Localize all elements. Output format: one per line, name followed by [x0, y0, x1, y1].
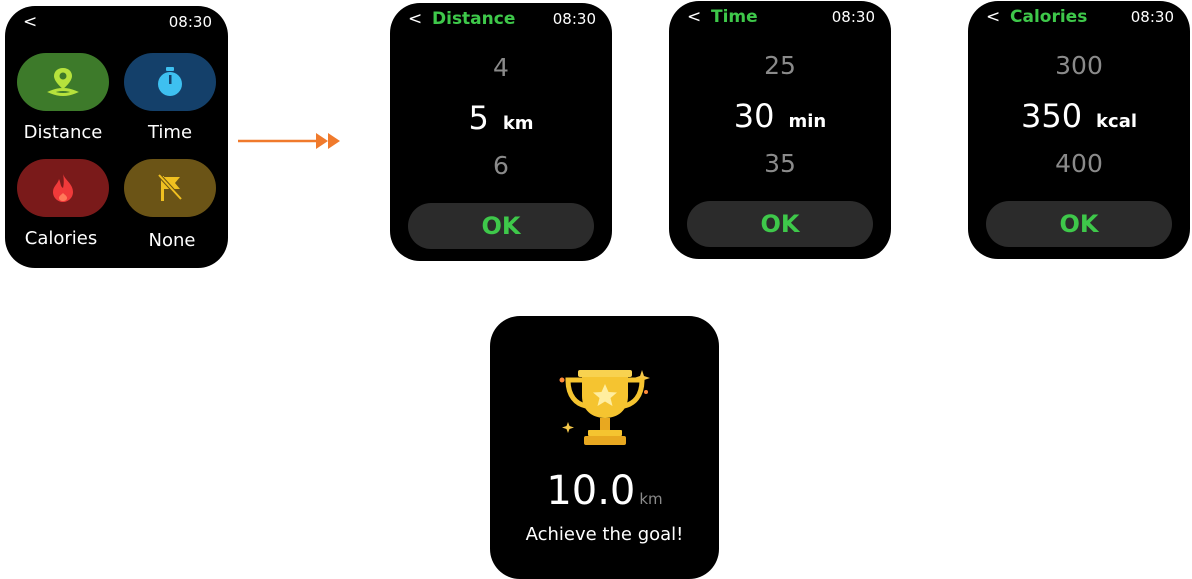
- picker-selected-value: 350: [1020, 97, 1083, 135]
- flag-off-icon: [157, 173, 183, 201]
- trophy-icon: [559, 370, 650, 445]
- clock: 08:30: [552, 10, 596, 28]
- goal-value: 10.0: [546, 468, 636, 514]
- back-button[interactable]: <: [986, 7, 1000, 27]
- picker-prev-value[interactable]: 4: [390, 53, 612, 82]
- clock: 08:30: [831, 8, 875, 26]
- calories-label: Calories: [24, 228, 98, 249]
- picker-next-value[interactable]: 400: [968, 149, 1190, 178]
- time-screen: < Time 08:30 25 30 min 35 OK: [669, 1, 891, 259]
- none-option[interactable]: [124, 159, 216, 217]
- calories-option[interactable]: [17, 159, 109, 217]
- none-label: None: [148, 230, 196, 251]
- status-bar: < Calories 08:30: [968, 7, 1190, 31]
- status-bar: < Distance 08:30: [390, 9, 612, 33]
- picker-next-value[interactable]: 6: [390, 151, 612, 180]
- screen-title: Calories: [1010, 7, 1088, 27]
- stopwatch-icon: [158, 67, 182, 96]
- ok-button[interactable]: OK: [986, 201, 1172, 247]
- time-label: Time: [147, 122, 193, 143]
- ok-button[interactable]: OK: [408, 203, 594, 249]
- picker-selected[interactable]: 5 km: [390, 99, 612, 137]
- clock: 08:30: [1130, 8, 1174, 26]
- flow-arrow-icon: [238, 133, 340, 149]
- back-button[interactable]: <: [687, 7, 701, 27]
- picker-selected-value: 5: [468, 99, 489, 137]
- flame-icon: [53, 174, 73, 202]
- status-bar: < 08:30: [5, 12, 228, 36]
- picker-selected[interactable]: 350 kcal: [968, 97, 1190, 135]
- screen-title: Time: [711, 7, 758, 27]
- picker-selected-value: 30: [733, 97, 775, 135]
- picker-unit: km: [502, 113, 534, 134]
- goal-message: Achieve the goal!: [525, 524, 684, 545]
- back-button[interactable]: <: [23, 12, 37, 32]
- back-button[interactable]: <: [408, 9, 422, 29]
- distance-screen: < Distance 08:30 4 5 km 6 OK: [390, 3, 612, 261]
- goal-value-row: 10.0 km: [490, 468, 719, 514]
- time-option[interactable]: [124, 53, 216, 111]
- screen-title: Distance: [432, 9, 516, 29]
- calories-screen: < Calories 08:30 300 350 kcal 400 OK: [968, 1, 1190, 259]
- picker-unit: kcal: [1096, 111, 1138, 132]
- ok-button[interactable]: OK: [687, 201, 873, 247]
- picker-prev-value[interactable]: 25: [669, 51, 891, 80]
- distance-option[interactable]: [17, 53, 109, 111]
- picker-selected[interactable]: 30 min: [669, 97, 891, 135]
- distance-label: Distance: [23, 122, 103, 143]
- location-pin-icon: [47, 68, 79, 96]
- goal-unit: km: [639, 490, 663, 508]
- goal-menu-screen: < 08:30 Distance Time Calories None: [5, 6, 228, 268]
- picker-next-value[interactable]: 35: [669, 149, 891, 178]
- clock: 08:30: [168, 13, 212, 31]
- picker-unit: min: [788, 111, 827, 132]
- status-bar: < Time 08:30: [669, 7, 891, 31]
- goal-achieved-screen: 10.0 km Achieve the goal!: [490, 316, 719, 579]
- picker-prev-value[interactable]: 300: [968, 51, 1190, 80]
